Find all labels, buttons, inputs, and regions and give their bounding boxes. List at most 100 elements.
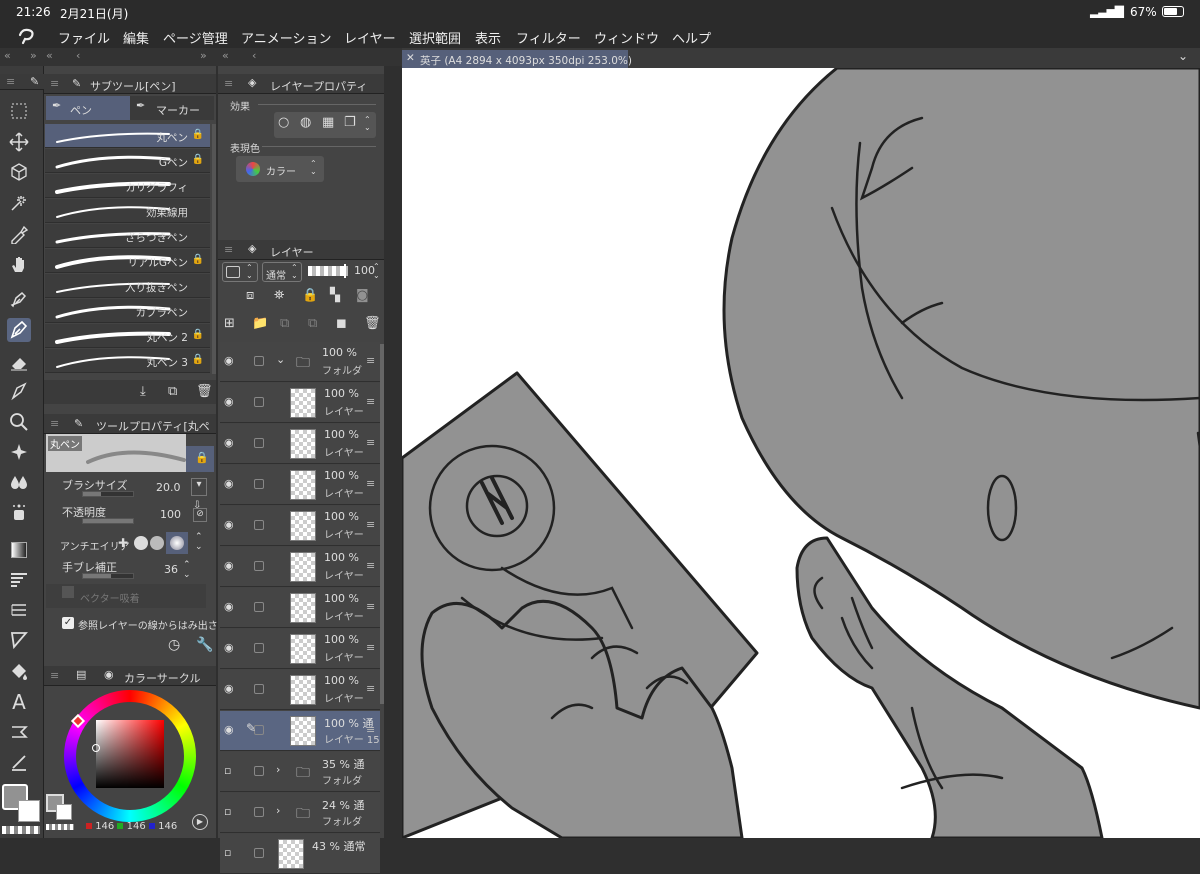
import-subtool-icon[interactable]: ⤓ — [140, 384, 146, 399]
hand-tool-icon[interactable] — [7, 252, 31, 276]
mask-enable-icon[interactable]: ◙ — [356, 288, 369, 303]
drag-handle-icon[interactable]: ≡ — [366, 395, 375, 408]
ruler-tool-icon[interactable] — [7, 598, 31, 622]
zoom-tool-icon[interactable] — [7, 410, 31, 434]
tab-pen[interactable]: ✒ ペン — [46, 96, 130, 120]
layer-opacity-value[interactable]: 100 — [354, 264, 375, 277]
layer-row[interactable]: ◉ 100 % レイヤー ≡ — [220, 383, 380, 423]
layer-check[interactable] — [254, 848, 264, 858]
decoration-tool-icon[interactable] — [7, 380, 31, 404]
mini-transparent[interactable] — [46, 824, 74, 830]
layer-check[interactable] — [254, 602, 264, 612]
layer-folder-row[interactable]: ◉ ⌄ 🗀 100 % フォルダ ≡ — [220, 342, 380, 382]
correction-line-tool-icon[interactable] — [7, 750, 31, 774]
stabilize-slider[interactable] — [82, 573, 134, 579]
balloon-tool-icon[interactable] — [7, 720, 31, 744]
blend-tool-icon[interactable] — [7, 440, 31, 464]
lock-transparency-icon[interactable]: ▚ — [330, 288, 340, 303]
vector-snap-checkbox[interactable] — [62, 586, 74, 598]
layer-color-select[interactable]: ⌃ ⌄ — [222, 262, 258, 282]
document-tab[interactable]: ✕ 英子 (A4 2894 x 4093px 350dpi 253.0%) — [402, 50, 632, 68]
brush-item[interactable]: カブラペン — [45, 299, 210, 323]
layer-row[interactable]: ◉ 100 % レイヤー ≡ — [220, 588, 380, 628]
brush-item[interactable]: 丸ペン 3 🔒 — [45, 349, 210, 373]
collapse-left-icon-3[interactable]: « — [222, 49, 229, 62]
speed-lines-tool-icon[interactable] — [7, 568, 31, 592]
move-tool-icon[interactable] — [7, 130, 31, 154]
layer-row[interactable]: ◉ 100 % レイヤー ≡ — [220, 465, 380, 505]
close-tab-icon[interactable]: ✕ — [406, 52, 415, 64]
menu-page[interactable]: ページ管理 — [163, 28, 228, 47]
gradient-tool-icon[interactable] — [7, 538, 31, 562]
eye-icon[interactable]: ◉ — [224, 723, 234, 736]
eye-icon[interactable]: ◉ — [224, 641, 234, 654]
effect-stepper[interactable]: ⌃ ⌄ — [364, 116, 371, 132]
drag-handle-icon[interactable]: ≡ — [366, 354, 375, 367]
expression-color-select[interactable]: カラー ⌃ ⌄ — [236, 156, 324, 182]
create-mask-icon[interactable]: ◼ — [336, 316, 347, 331]
airbrush-tool-icon[interactable] — [7, 500, 31, 524]
figure-tool-icon[interactable] — [7, 628, 31, 652]
layer-folder-row[interactable]: ▫ › 🗀 35 % 通フォルダ — [220, 752, 380, 792]
antialias-none-icon[interactable]: ✚ — [118, 536, 132, 550]
menu-animation[interactable]: アニメーション — [241, 28, 331, 47]
brush-item[interactable]: 丸ペン 🔒 — [45, 124, 210, 148]
opacity-handle[interactable] — [344, 264, 346, 278]
tab-marker[interactable]: ✒ マーカー — [130, 96, 214, 120]
wrench-settings-icon[interactable]: 🔧 — [196, 637, 213, 653]
collapse-right-icon-2[interactable]: » — [200, 49, 207, 62]
layer-row[interactable]: ◉ ✎ 100 % 通レイヤー 15 ≡ — [220, 711, 380, 751]
pen-tab-icon[interactable]: ✎ — [30, 75, 39, 88]
brush-item[interactable]: 効果線用 — [45, 199, 210, 223]
drag-handle-icon[interactable]: ≡ — [366, 436, 375, 449]
antialias-stepper[interactable]: ⌃ ⌄ — [195, 532, 203, 552]
menu-file[interactable]: ファイル — [58, 28, 110, 47]
brush-item[interactable]: 入り抜きペン — [45, 274, 210, 298]
fountain-pen-tool-icon[interactable] — [7, 288, 31, 312]
vector-snap-row[interactable]: ベクター吸着 — [46, 584, 206, 608]
hidden-eye-slot[interactable]: ▫ — [224, 805, 231, 818]
drag-handle-icon[interactable]: ≡ — [366, 559, 375, 572]
brush-list-scrollbar[interactable] — [212, 124, 216, 374]
sub-color-swatch[interactable] — [18, 800, 40, 822]
menu-view[interactable]: 表示 — [475, 28, 501, 47]
eye-icon[interactable]: ◉ — [224, 600, 234, 613]
color-picker-cursor[interactable] — [92, 744, 100, 752]
clip-icon[interactable]: ⧈ — [246, 288, 254, 303]
chevron-right-icon[interactable]: › — [276, 804, 280, 817]
layer-list-scrollbar[interactable] — [380, 344, 384, 704]
drag-handle-icon[interactable]: ≡ — [366, 682, 375, 695]
drawing-canvas[interactable] — [402, 68, 1200, 838]
brush-size-spinner[interactable]: ▾ — [191, 478, 207, 496]
layer-check[interactable] — [254, 356, 264, 366]
menu-filter[interactable]: フィルター — [516, 28, 581, 47]
menu-help[interactable]: ヘルプ — [672, 28, 711, 47]
drag-handle-icon[interactable]: ≡ — [366, 518, 375, 531]
stabilize-value[interactable]: 36 — [164, 563, 178, 576]
blend-mode-select[interactable]: 通常 ⌃ ⌄ — [262, 262, 302, 282]
border-effect-icon[interactable]: ○ — [278, 115, 289, 130]
antialias-mid-icon[interactable] — [150, 536, 164, 550]
layer-check[interactable] — [254, 643, 264, 653]
layer-check[interactable] — [254, 397, 264, 407]
brush-item[interactable]: カリグラフィ — [45, 174, 210, 198]
hidden-eye-slot[interactable]: ▫ — [224, 846, 231, 859]
lock-layer-icon[interactable]: 🔒 — [302, 288, 318, 303]
lock-toolprop-button[interactable]: 🔒 — [186, 446, 214, 472]
extract-line-icon[interactable]: ❐ — [344, 115, 356, 130]
tone-effect-icon[interactable]: ◍ — [300, 115, 311, 130]
chevron-right-icon[interactable]: › — [276, 763, 280, 776]
chevron-down-icon[interactable]: ⌄ — [276, 353, 285, 366]
layer-check[interactable] — [254, 479, 264, 489]
selection-tool-icon[interactable] — [7, 99, 31, 123]
layer-check[interactable] — [254, 520, 264, 530]
opacity-slider[interactable] — [82, 518, 134, 524]
stabilize-stepper[interactable]: ⌃ ⌄ — [183, 560, 191, 580]
brush-item[interactable]: ざらつきペン — [45, 224, 210, 248]
eraser-tool-icon[interactable] — [7, 350, 31, 374]
new-raster-layer-icon[interactable]: ⊞ — [224, 316, 235, 331]
hidden-eye-slot[interactable]: ▫ — [224, 764, 231, 777]
fill-drops-tool-icon[interactable] — [7, 470, 31, 494]
eye-icon[interactable]: ◉ — [224, 559, 234, 572]
opacity-bar[interactable] — [308, 266, 348, 276]
